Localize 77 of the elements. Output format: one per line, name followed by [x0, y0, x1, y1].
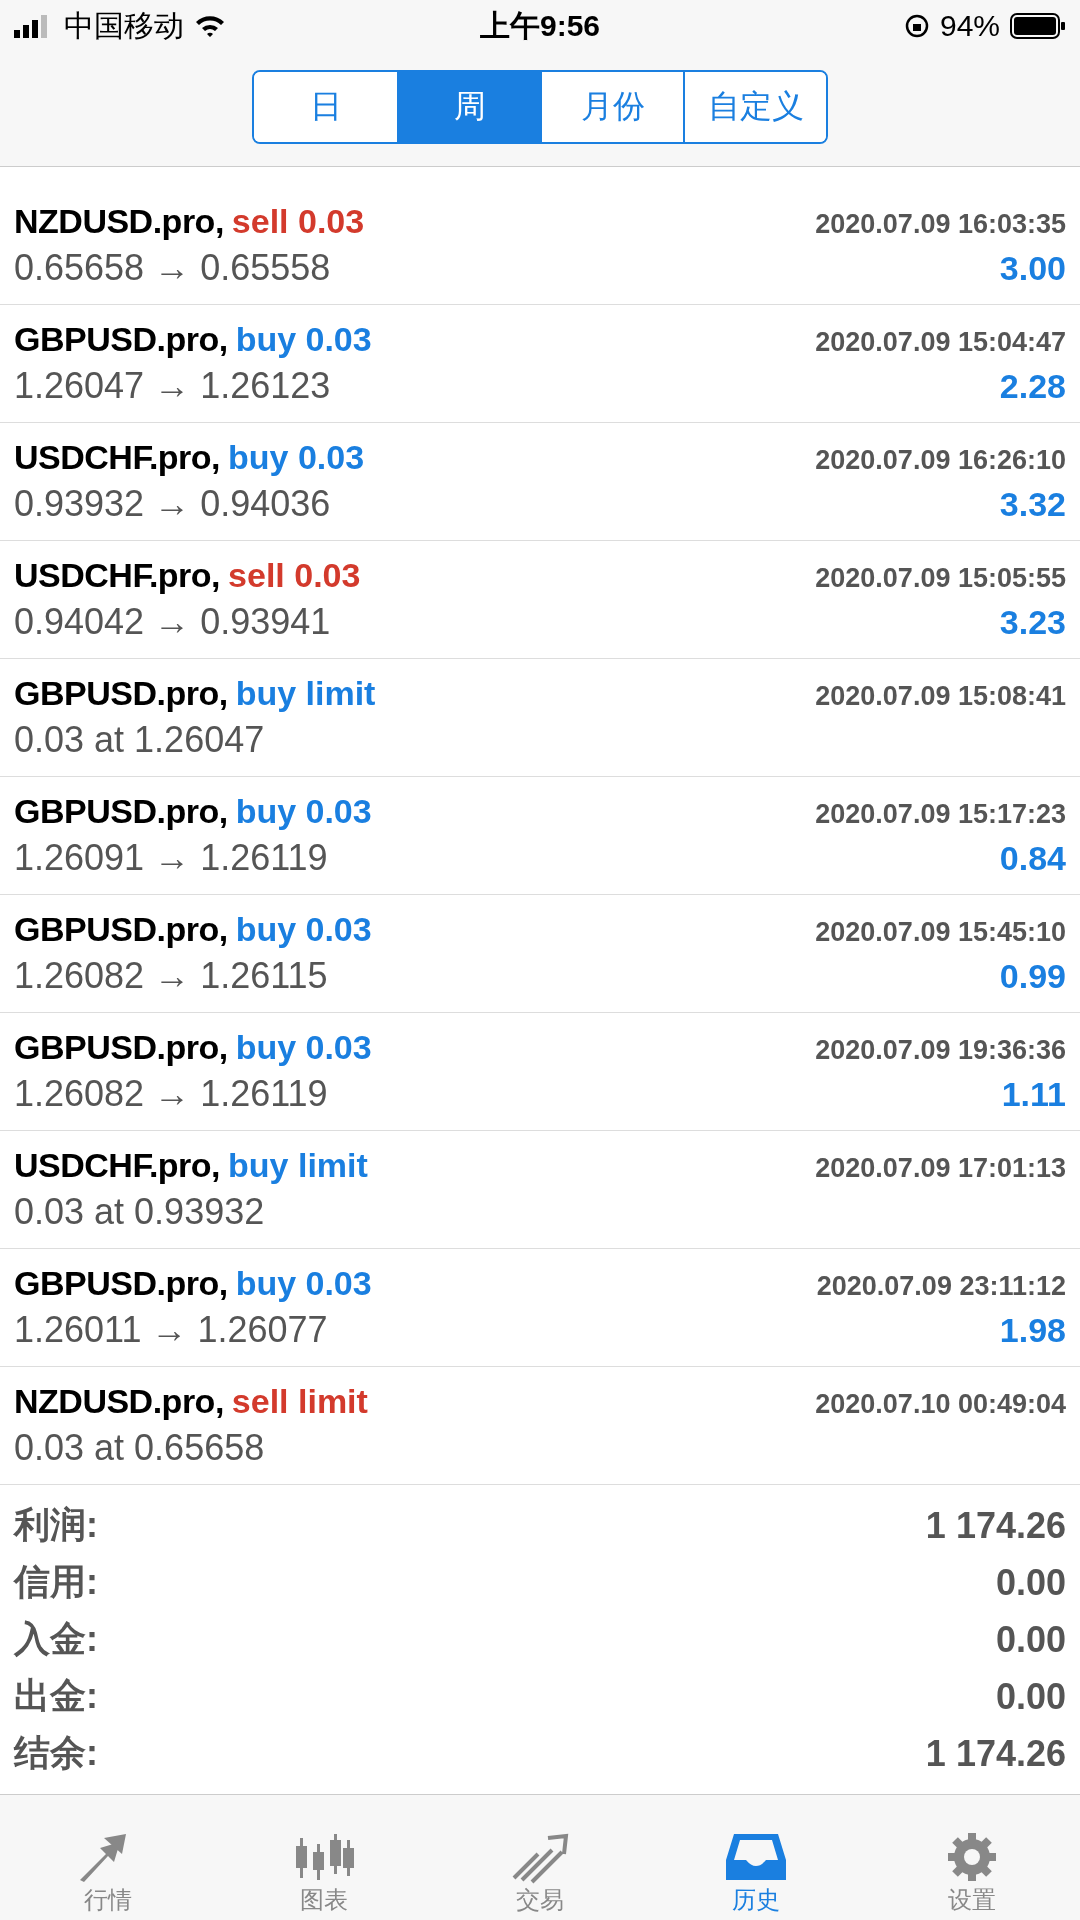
deal-type: buy 0.03 [235, 910, 372, 949]
deal-symbol: GBPUSD.pro, [14, 674, 228, 713]
battery-percent: 94% [939, 9, 1000, 43]
deal-profit: 1.11 [1001, 1075, 1066, 1114]
tab-bar-item[interactable]: 历史 [648, 1795, 864, 1920]
deal-prices: 1.26082 → 1.26119 [14, 1073, 328, 1115]
deal-time: 2020.07.09 15:17:23 [815, 799, 1066, 830]
deal-time: 2020.07.09 23:11:12 [816, 1271, 1066, 1302]
deal-profit: 0.84 [999, 839, 1066, 878]
deal-time: 2020.07.09 17:01:13 [815, 1153, 1066, 1184]
deal-profit: 3.23 [999, 603, 1066, 642]
summary-label: 信用: [14, 1560, 98, 1604]
deal-profit: 3.32 [999, 485, 1066, 524]
deal-time: 2020.07.09 15:05:55 [815, 563, 1066, 594]
clock-time: 上午9:56 [480, 7, 600, 44]
deal-prices: 0.03 at 0.93932 [14, 1191, 265, 1233]
wifi-icon [194, 14, 226, 38]
period-tab[interactable]: 周 [397, 72, 540, 142]
deal-time: 2020.07.09 16:26:10 [815, 445, 1066, 476]
summary-label: 出金: [14, 1674, 98, 1718]
summary-value: 0.00 [995, 1618, 1066, 1661]
tab-bar-item[interactable]: 交易 [432, 1795, 648, 1920]
deal-type: buy 0.03 [235, 1264, 372, 1303]
tab-bar-item[interactable]: 设置 [864, 1795, 1080, 1920]
deal-type: sell limit [231, 1382, 368, 1421]
deal-type: buy limit [228, 1146, 368, 1185]
deal-profit: 1.98 [999, 1311, 1066, 1350]
summary-value: 1 174.26 [925, 1732, 1066, 1775]
summary-value: 1 174.26 [925, 1504, 1066, 1547]
deal-prices: 0.03 at 1.26047 [14, 719, 265, 761]
deal-prices: 1.26082 → 1.26115 [14, 955, 328, 997]
deal-symbol: NZDUSD.pro, [14, 202, 224, 241]
battery-icon [1010, 13, 1066, 39]
deal-symbol: GBPUSD.pro, [14, 910, 228, 949]
rotation-lock-icon [903, 13, 930, 39]
deal-type: buy 0.03 [235, 792, 372, 831]
deal-time: 2020.07.09 15:45:10 [815, 917, 1066, 948]
deal-prices: 0.94042 → 0.93941 [14, 601, 331, 643]
tab-bar-item[interactable]: 行情 [0, 1795, 216, 1920]
summary-label: 入金: [14, 1617, 98, 1661]
deal-prices: 1.26011 → 1.26077 [14, 1309, 328, 1351]
deal-symbol: GBPUSD.pro, [14, 320, 228, 359]
period-tab[interactable]: 日 [254, 72, 397, 142]
deal-prices: 0.93932 → 0.94036 [14, 483, 331, 525]
deal-type: buy limit [235, 674, 376, 713]
deal-prices: 1.26047 → 1.26123 [14, 365, 331, 407]
deal-symbol: USDCHF.pro, [14, 556, 221, 595]
deal-time: 2020.07.10 00:49:04 [815, 1389, 1066, 1420]
tab-bar-item[interactable]: 图表 [216, 1795, 432, 1920]
deal-time: 2020.07.09 16:03:35 [815, 209, 1066, 240]
period-tab[interactable]: 月份 [540, 72, 683, 142]
deal-profit: 2.28 [999, 367, 1066, 406]
carrier-name: 中国移动 [64, 7, 184, 44]
period-tab[interactable]: 自定义 [683, 72, 826, 142]
deal-symbol: USDCHF.pro, [14, 1146, 221, 1185]
deal-type: buy 0.03 [235, 1028, 372, 1067]
deal-symbol: GBPUSD.pro, [14, 1264, 228, 1303]
deal-prices: 1.26091 → 1.26119 [14, 837, 328, 879]
deal-prices: 0.03 at 0.65658 [14, 1427, 265, 1469]
deal-type: buy 0.03 [235, 320, 372, 359]
deal-symbol: NZDUSD.pro, [14, 1382, 224, 1421]
deal-profit: 3.00 [999, 249, 1066, 288]
deal-prices: 0.65658 → 0.65558 [14, 247, 331, 289]
summary-label: 利润: [14, 1503, 98, 1547]
summary-label: 结余: [14, 1731, 98, 1775]
deal-type: buy 0.03 [228, 438, 365, 477]
deal-time: 2020.07.09 19:36:36 [815, 1035, 1066, 1066]
deal-time: 2020.07.09 15:04:47 [815, 327, 1066, 358]
deal-type: sell 0.03 [231, 202, 365, 241]
deal-symbol: USDCHF.pro, [14, 438, 221, 477]
deal-time: 2020.07.09 15:08:41 [815, 681, 1066, 712]
summary-value: 0.00 [995, 1675, 1066, 1718]
summary-value: 0.00 [995, 1561, 1066, 1604]
deal-symbol: GBPUSD.pro, [14, 792, 228, 831]
deal-type: sell 0.03 [228, 556, 361, 595]
deal-symbol: GBPUSD.pro, [14, 1028, 228, 1067]
deal-profit: 0.99 [999, 957, 1066, 996]
